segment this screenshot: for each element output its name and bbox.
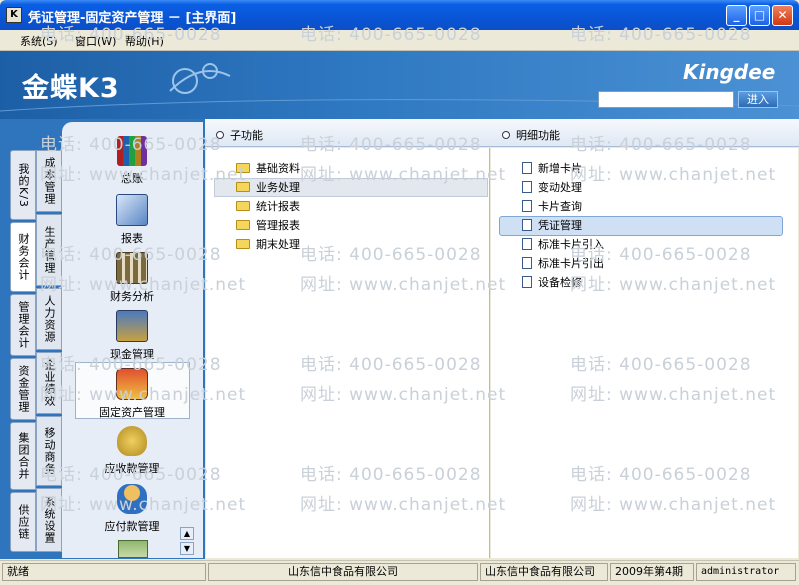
document-icon xyxy=(522,218,532,231)
list-item[interactable]: 统计报表 xyxy=(236,196,300,215)
close-button[interactable]: ✕ xyxy=(772,5,793,26)
module-accounts-payable[interactable]: 应付款管理 xyxy=(72,484,192,534)
tab-group-consolidation[interactable]: 集团合并 xyxy=(10,422,36,490)
list-item[interactable]: 新增卡片 xyxy=(522,158,604,177)
document-icon xyxy=(522,199,532,212)
receivable-moneybag-icon xyxy=(117,426,147,456)
fixed-asset-truck-icon xyxy=(116,368,148,400)
tab-mobile-commerce[interactable]: 移动商务 xyxy=(36,416,62,486)
folder-icon xyxy=(236,219,250,230)
detail-function-header: 明细功能 xyxy=(502,127,560,143)
tab-cost-management[interactable]: 成本管理 xyxy=(36,150,62,212)
report-icon xyxy=(116,194,148,226)
cash-management-icon xyxy=(116,310,148,342)
next-module-icon[interactable] xyxy=(118,540,148,558)
app-icon: K xyxy=(6,7,22,23)
module-fixed-asset-management[interactable]: 固定资产管理 xyxy=(72,368,192,420)
minimize-button[interactable]: _ xyxy=(726,5,747,26)
status-ready: 就绪 xyxy=(2,563,206,581)
folder-open-icon xyxy=(236,181,250,192)
menu-bar xyxy=(0,30,799,51)
payable-person-icon xyxy=(117,484,147,514)
status-company-2: 山东信中食品有限公司 xyxy=(480,563,608,581)
list-item[interactable]: 设备检修 xyxy=(522,272,604,291)
maximize-button[interactable]: □ xyxy=(749,5,770,26)
status-period: 2009年第4期 xyxy=(610,563,694,581)
list-item[interactable]: 标准卡片引入 xyxy=(522,234,604,253)
folder-icon xyxy=(236,162,250,173)
scroll-up-button[interactable]: ▲ xyxy=(180,527,194,540)
folder-icon xyxy=(236,200,250,211)
ledger-books-icon xyxy=(117,136,147,166)
bullet-icon xyxy=(502,131,510,139)
list-item[interactable]: 基础资料 xyxy=(236,158,300,177)
bullet-icon xyxy=(216,131,224,139)
document-icon xyxy=(522,275,532,288)
folder-icon xyxy=(236,238,250,249)
list-item[interactable]: 业务处理 xyxy=(236,177,300,196)
document-icon xyxy=(522,237,532,250)
sub-function-header: 子功能 xyxy=(216,127,263,143)
tab-fund-management[interactable]: 资金管理 xyxy=(10,358,36,420)
document-icon xyxy=(522,256,532,269)
kingdee-brand: Kingdee xyxy=(683,60,776,84)
menu-system[interactable]: 系统(S) xyxy=(20,33,58,49)
module-cash-management[interactable]: 现金管理 xyxy=(72,310,192,362)
financial-analysis-icon xyxy=(116,252,148,284)
list-item[interactable]: 变动处理 xyxy=(522,177,604,196)
scroll-down-button[interactable]: ▼ xyxy=(180,542,194,555)
document-icon xyxy=(522,161,532,174)
tab-management-accounting[interactable]: 管理会计 xyxy=(10,294,36,356)
list-item[interactable]: 凭证管理 xyxy=(522,215,604,234)
tab-system-settings[interactable]: 系统设置 xyxy=(36,488,62,552)
list-item[interactable]: 期末处理 xyxy=(236,234,300,253)
window-title: 凭证管理-固定资产管理 － [主界面] xyxy=(28,11,237,26)
list-item[interactable]: 标准卡片引出 xyxy=(522,253,604,272)
tab-my-k3[interactable]: 我的K/3 xyxy=(10,150,36,220)
document-icon xyxy=(522,180,532,193)
search-input[interactable] xyxy=(598,91,734,108)
tab-production-management[interactable]: 生产管理 xyxy=(36,214,62,286)
module-accounts-receivable[interactable]: 应收款管理 xyxy=(72,426,192,476)
kingdee-k3-logo: 金蝶K3 xyxy=(22,73,120,104)
list-item[interactable]: 管理报表 xyxy=(236,215,300,234)
module-financial-analysis[interactable]: 财务分析 xyxy=(72,252,192,304)
tab-supply-chain[interactable]: 供应链 xyxy=(10,492,36,552)
tab-human-resources[interactable]: 人力资源 xyxy=(36,288,62,350)
module-report[interactable]: 报表 xyxy=(72,194,192,246)
enter-button[interactable]: 进入 xyxy=(738,91,778,108)
module-general-ledger[interactable]: 总账 xyxy=(72,136,192,186)
menu-help[interactable]: 帮助(H) xyxy=(125,33,164,49)
tab-financial-accounting[interactable]: 财务会计 xyxy=(10,222,36,292)
list-item[interactable]: 卡片查询 xyxy=(522,196,604,215)
menu-window[interactable]: 窗口(W) xyxy=(75,33,116,49)
tab-enterprise-performance[interactable]: 企业绩效 xyxy=(36,352,62,414)
status-company: 山东信中食品有限公司 xyxy=(208,563,478,581)
status-user: administrator xyxy=(696,563,796,581)
